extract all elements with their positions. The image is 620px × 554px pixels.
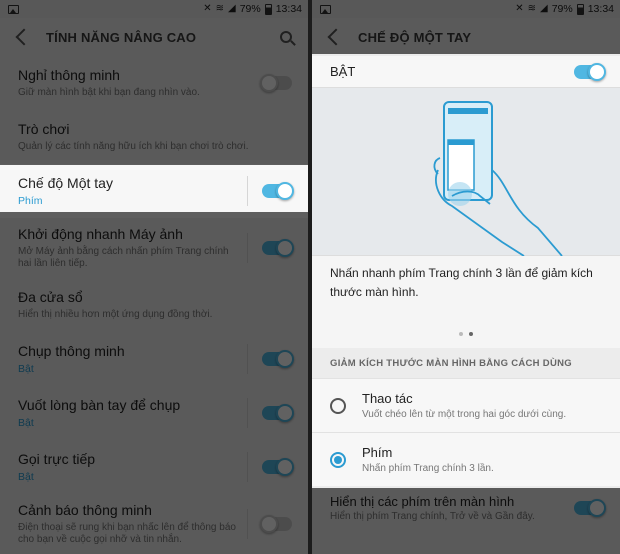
search-icon[interactable] — [280, 31, 292, 43]
clock: 13:34 — [275, 3, 302, 15]
advanced-features-screen: ✕ ≋ ◢ 79% 13:34 TÍNH NĂNG NÂNG CAO Nghỉ … — [0, 0, 308, 554]
setting-show-onscreen-buttons[interactable]: Hiển thị các phím trên màn hình Hiển thị… — [312, 486, 620, 530]
palm-swipe-toggle[interactable] — [262, 404, 294, 422]
wifi-icon: ≋ — [527, 3, 536, 14]
smart-stay-toggle[interactable] — [260, 74, 292, 92]
battery-icon — [264, 3, 272, 15]
page-title: TÍNH NĂNG NÂNG CAO — [46, 29, 197, 45]
setting-multi-window[interactable]: Đa cửa sổ Hiển thị nhiều hơn một ứng dụn… — [0, 278, 308, 332]
direct-call-toggle[interactable] — [262, 458, 294, 476]
clock: 13:34 — [587, 3, 614, 15]
signal-icon: ◢ — [228, 3, 236, 14]
setting-subtitle: Quản lý các tính năng hữu ích khi bạn ch… — [18, 141, 249, 152]
option-gesture[interactable]: Thao tác Vuốt chéo lên từ một trong hai … — [312, 378, 620, 432]
option-gesture-radio[interactable] — [330, 397, 346, 414]
page-title: CHẾ ĐỘ MỘT TAY — [358, 29, 472, 45]
setting-subtitle: Hiển thị phím Trang chính, Trở về và Gần… — [330, 511, 535, 522]
setting-palm-swipe[interactable]: Vuốt lòng bàn tay để chụp Bật — [0, 386, 308, 440]
gallery-icon — [320, 4, 331, 14]
page-dot-active — [469, 332, 473, 336]
option-button-radio[interactable] — [330, 451, 346, 468]
smart-capture-toggle[interactable] — [262, 350, 294, 368]
setting-title: Trò chơi — [18, 121, 70, 137]
setting-direct-call[interactable]: Gọi trực tiếp Bật — [0, 440, 308, 494]
one-hand-illustration — [312, 88, 620, 257]
setting-title: Đa cửa sổ — [18, 289, 83, 305]
setting-smart-capture[interactable]: Chụp thông minh Bật — [0, 332, 308, 386]
status-bar: ✕ ≋ ◢ 79% 13:34 — [0, 0, 308, 18]
mute-icon: ✕ — [515, 3, 524, 14]
smart-alert-toggle[interactable] — [260, 515, 292, 533]
description-card: Nhấn nhanh phím Trang chính 3 lần để giả… — [312, 256, 620, 348]
setting-quick-launch-camera[interactable]: Khởi động nhanh Máy ảnh Mở Máy ảnh bằng … — [0, 218, 308, 278]
battery-percent: 79% — [239, 3, 261, 15]
option-title: Phím — [362, 445, 393, 460]
description-text: Nhấn nhanh phím Trang chính 3 lần để giả… — [330, 266, 593, 299]
section-header: GIẢM KÍCH THƯỚC MÀN HÌNH BẰNG CÁCH DÙNG — [312, 348, 620, 378]
onscreen-buttons-toggle[interactable] — [574, 499, 606, 517]
gallery-icon — [8, 4, 19, 14]
page-indicator — [312, 332, 620, 336]
option-button[interactable]: Phím Nhấn phím Trang chính 3 lần. — [312, 432, 620, 486]
option-title: Thao tác — [362, 391, 413, 406]
setting-title: Hiển thị các phím trên màn hình — [330, 494, 515, 509]
page-dot — [459, 332, 463, 336]
setting-subtitle: Mở Máy ảnh bằng cách nhấn phím Trang chí… — [18, 246, 229, 269]
battery-icon — [576, 3, 584, 15]
one-handed-mode-screen: ✕ ≋ ◢ 79% 13:34 CHẾ ĐỘ MỘT TAY BẬT Nhấn … — [312, 0, 620, 554]
option-subtitle: Nhấn phím Trang chính 3 lần. — [362, 463, 494, 474]
app-bar: TÍNH NĂNG NÂNG CAO — [0, 18, 308, 56]
back-icon[interactable] — [327, 28, 345, 46]
master-switch-row[interactable]: BẬT — [312, 56, 620, 88]
setting-subtitle: Hiển thị nhiều hơn một ứng dụng đồng thờ… — [18, 309, 213, 320]
mute-icon: ✕ — [203, 3, 212, 14]
master-switch-toggle[interactable] — [574, 62, 606, 81]
signal-icon: ◢ — [540, 3, 548, 14]
setting-smart-stay[interactable]: Nghỉ thông minh Giữ màn hình bật khi bạn… — [0, 56, 308, 110]
setting-game[interactable]: Trò chơi Quản lý các tính năng hữu ích k… — [0, 110, 308, 164]
wifi-icon: ≋ — [215, 3, 224, 14]
back-icon[interactable] — [15, 28, 33, 46]
app-bar: CHẾ ĐỘ MỘT TAY — [312, 18, 620, 56]
hand-holding-phone-icon — [433, 101, 563, 257]
status-bar: ✕ ≋ ◢ 79% 13:34 — [312, 0, 620, 18]
one-handed-mode-toggle[interactable] — [262, 182, 294, 200]
setting-smart-alert[interactable]: Cảnh báo thông minh Điện thoại sẽ rung k… — [0, 494, 308, 554]
option-subtitle: Vuốt chéo lên từ một trong hai góc dưới … — [362, 409, 567, 420]
setting-one-handed-mode[interactable]: Chế độ Một tay Phím — [0, 164, 308, 218]
setting-subtitle: Điện thoại sẽ rung khi bạn nhấc lên để t… — [18, 522, 236, 545]
quick-launch-camera-toggle[interactable] — [262, 239, 294, 257]
battery-percent: 79% — [551, 3, 573, 15]
master-switch-label: BẬT — [330, 64, 356, 79]
